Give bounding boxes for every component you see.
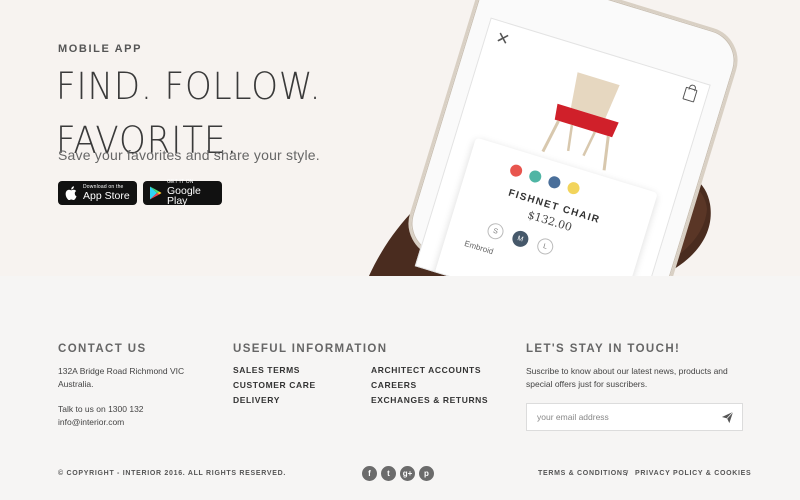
- link-sales-terms[interactable]: SALES TERMS: [233, 365, 300, 375]
- contact-email-link[interactable]: info@interior.com: [58, 416, 124, 429]
- contact-heading: CONTACT US: [58, 343, 147, 355]
- terms-conditions-link[interactable]: TERMS & CONDITIONS: [538, 470, 628, 477]
- google-plus-icon[interactable]: g+: [400, 466, 415, 481]
- size-option[interactable]: L: [535, 236, 556, 257]
- newsletter-form: [526, 403, 743, 431]
- google-play-button[interactable]: GET IT ON Google Play: [143, 178, 222, 207]
- shopping-bag-icon: [682, 86, 698, 103]
- newsletter-text-line-2: special offers just for suscribers.: [526, 379, 648, 389]
- contact-phone: Talk to us on 1300 132: [58, 404, 144, 414]
- size-option[interactable]: S: [485, 221, 506, 242]
- link-customer-care[interactable]: CUSTOMER CARE: [233, 380, 316, 390]
- twitter-icon[interactable]: t: [381, 466, 396, 481]
- facebook-icon[interactable]: f: [362, 466, 377, 481]
- google-play-small-label: GET IT ON: [167, 178, 194, 185]
- hero-title-line-1: FIND. FOLLOW.: [56, 65, 322, 108]
- useful-info-heading: USEFUL INFORMATION: [233, 343, 388, 355]
- contact-address-line-2: Australia.: [58, 379, 94, 389]
- paper-plane-icon[interactable]: [721, 411, 734, 424]
- swatch-yellow[interactable]: [566, 180, 582, 196]
- hero-subtitle: Save your favorites and share your style…: [58, 147, 320, 163]
- app-store-label: App Store: [83, 189, 130, 202]
- link-delivery[interactable]: DELIVERY: [233, 395, 280, 405]
- social-links: f t g+ p: [362, 466, 434, 481]
- pinterest-icon[interactable]: p: [419, 466, 434, 481]
- newsletter-heading: LET'S STAY IN TOUCH!: [526, 343, 681, 355]
- copyright: © COPYRIGHT - INTERIOR 2016. ALL RIGHTS …: [58, 470, 286, 477]
- google-play-icon: [149, 186, 162, 200]
- size-option-selected[interactable]: M: [510, 228, 531, 249]
- link-careers[interactable]: CAREERS: [371, 380, 417, 390]
- swatch-blue[interactable]: [546, 174, 562, 190]
- chair-image: [541, 72, 620, 171]
- legal-separator: /: [626, 469, 629, 478]
- contact-address-line-1: 132A Bridge Road Richmond VIC: [58, 366, 185, 376]
- newsletter-text-line-1: Suscribe to know about our latest news, …: [526, 366, 728, 376]
- privacy-policy-link[interactable]: PRIVACY POLICY & COOKIES: [635, 470, 751, 477]
- apple-icon: [64, 186, 78, 200]
- hero-eyebrow: MOBILE APP: [58, 43, 143, 55]
- app-store-button[interactable]: Download on the App Store: [58, 181, 137, 205]
- close-icon: ✕: [493, 29, 512, 50]
- app-store-small-label: Download on the: [83, 183, 124, 190]
- email-input[interactable]: [537, 404, 707, 430]
- hero-section: MOBILE APP FIND. FOLLOW. FAVORITE. Save …: [0, 0, 800, 276]
- product-card: FISHNET CHAIR $132.00 S M L Embroid: [432, 137, 658, 276]
- link-architect-accounts[interactable]: ARCHITECT ACCOUNTS: [371, 365, 481, 375]
- google-play-label: Google Play: [167, 184, 201, 207]
- link-exchanges-returns[interactable]: EXCHANGES & RETURNS: [371, 395, 488, 405]
- swatch-teal[interactable]: [527, 168, 543, 184]
- swatch-red[interactable]: [508, 163, 524, 179]
- product-detail-text: Embroid: [463, 238, 495, 257]
